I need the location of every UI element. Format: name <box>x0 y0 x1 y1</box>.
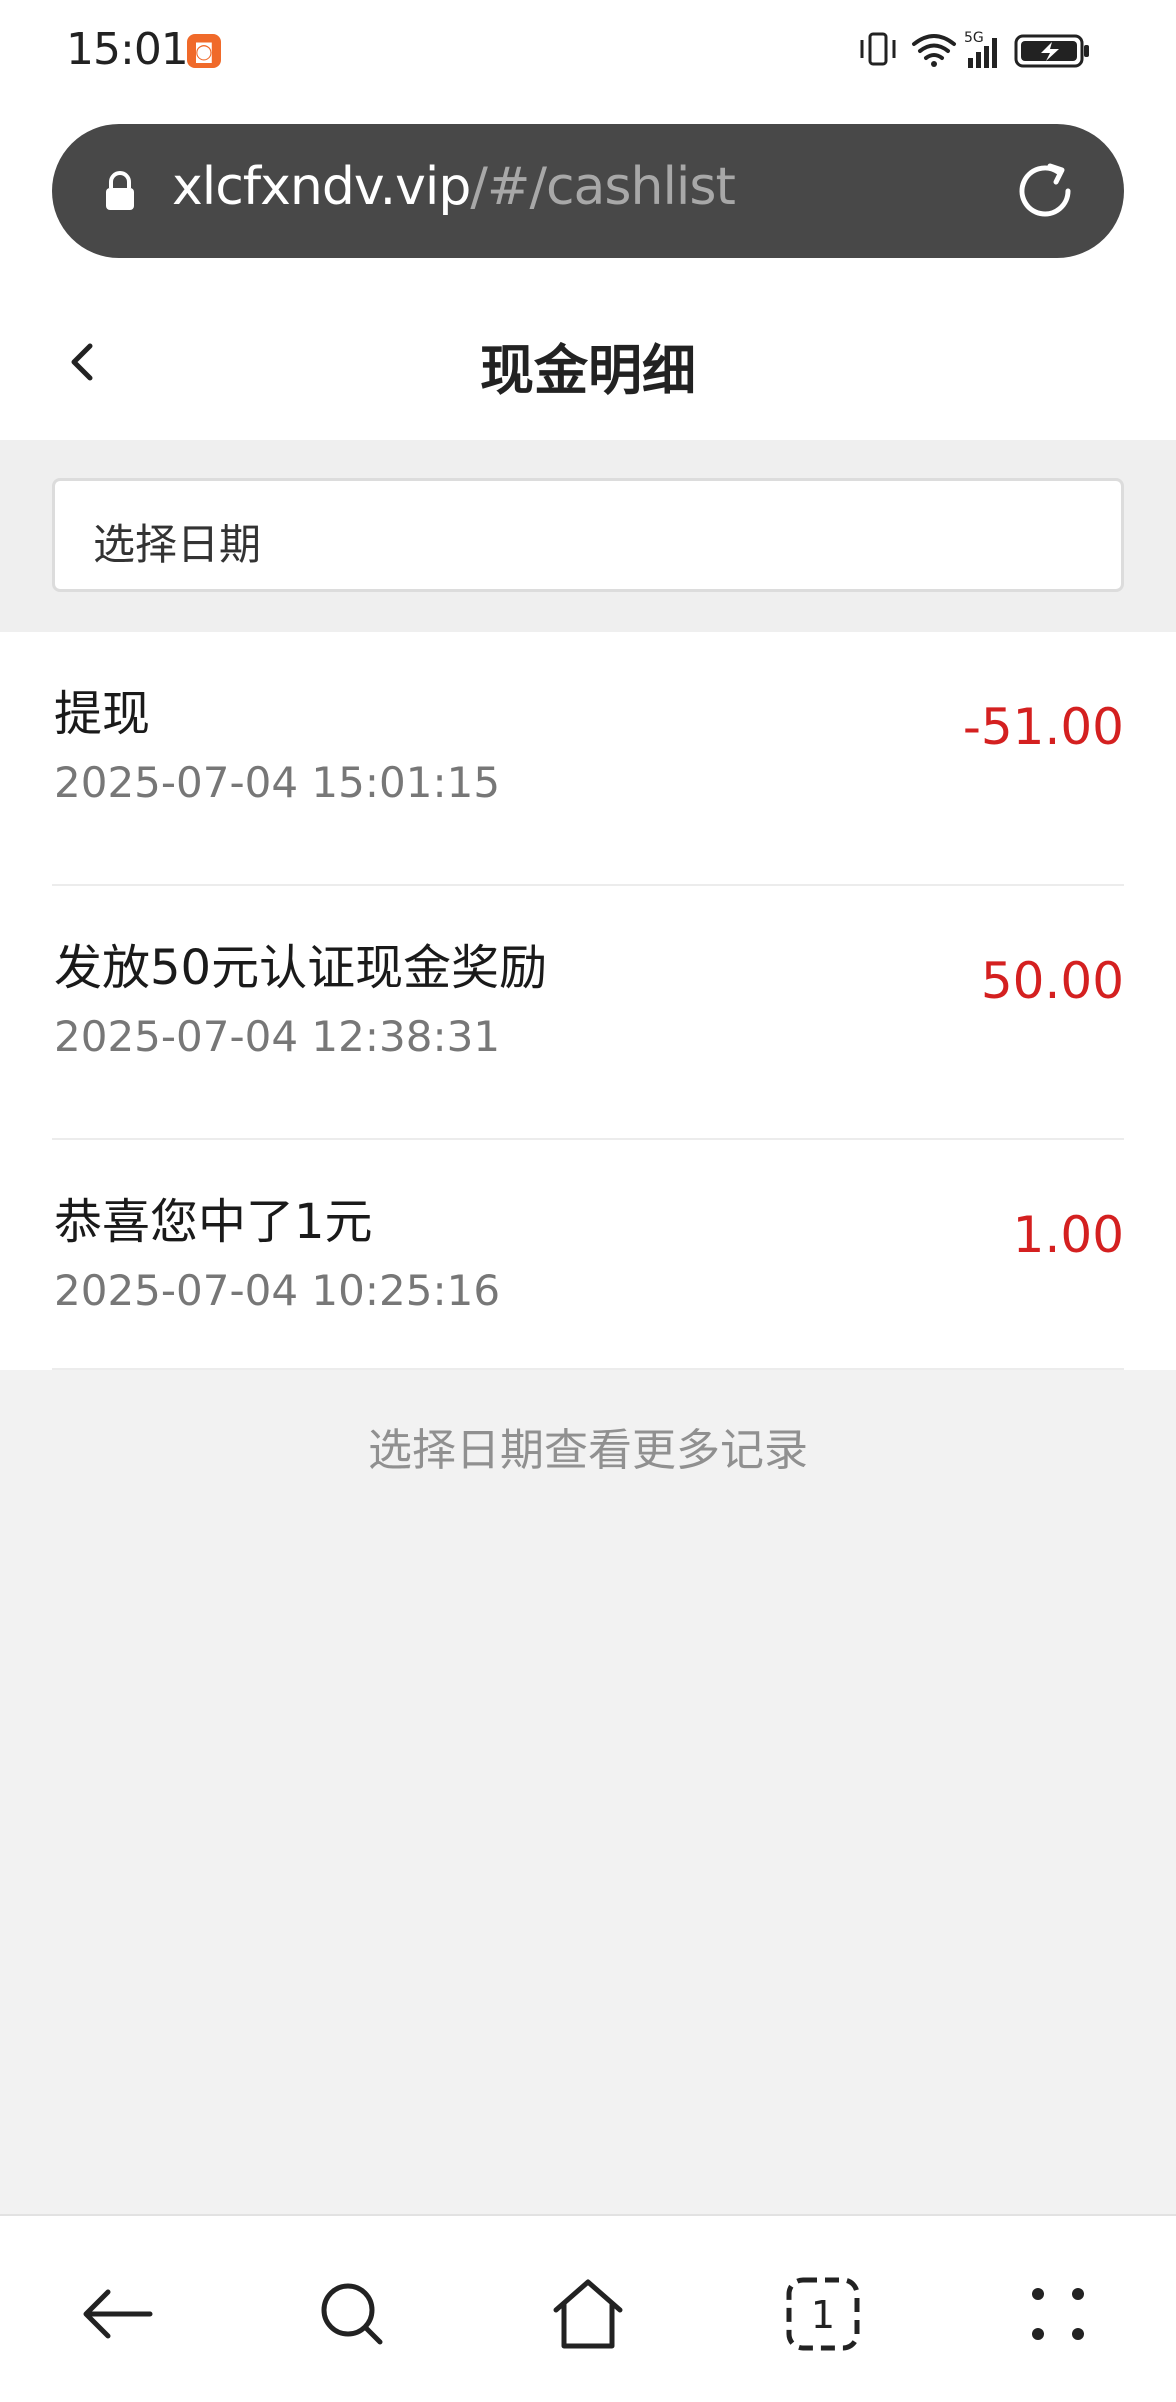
date-picker-input[interactable]: 选择日期 <box>52 478 1124 592</box>
back-arrow-icon[interactable] <box>78 2274 158 2354</box>
vibrate-icon <box>860 32 896 66</box>
record-time: 2025-07-04 10:25:16 <box>54 1266 501 1315</box>
address-bar[interactable]: xlcfxndv.vip/#/cashlist <box>52 124 1124 258</box>
url-text[interactable]: xlcfxndv.vip/#/cashlist <box>172 157 736 217</box>
record-title: 提现 <box>54 686 151 742</box>
signal-5g-icon: 5G <box>964 30 997 68</box>
more-icon[interactable] <box>1018 2274 1098 2354</box>
url-path: /#/cashlist <box>470 157 735 217</box>
tabs-count: 1 <box>811 2293 835 2337</box>
search-icon[interactable] <box>312 2274 392 2354</box>
status-time: 15:01 <box>66 24 189 75</box>
record-amount: 1.00 <box>1012 1206 1124 1264</box>
wifi-icon <box>912 34 956 67</box>
list-item[interactable]: 提现 2025-07-04 15:01:15 -51.00 <box>52 632 1124 886</box>
more-records-hint: 选择日期查看更多记录 <box>368 1425 808 1476</box>
date-picker-placeholder: 选择日期 <box>93 520 262 569</box>
record-time: 2025-07-04 15:01:15 <box>54 758 501 807</box>
url-domain: xlcfxndv.vip <box>172 157 471 217</box>
cash-record-list: 提现 2025-07-04 15:01:15 -51.00 发放50元认证现金奖… <box>0 632 1176 1370</box>
app-notification-icon: ◙ <box>187 34 221 68</box>
status-bar: 15:01 ◙ 5G <box>0 0 1176 100</box>
record-amount: 50.00 <box>980 952 1124 1010</box>
record-title: 发放50元认证现金奖励 <box>54 940 548 996</box>
lock-icon <box>102 170 138 218</box>
browser-toolbar: xlcfxndv.vip/#/cashlist <box>0 100 1176 280</box>
record-amount: -51.00 <box>962 698 1124 756</box>
svg-text:5G: 5G <box>964 30 984 46</box>
record-title: 恭喜您中了1元 <box>54 1194 373 1250</box>
bottom-nav: 1 <box>0 2214 1176 2402</box>
page-header: 现金明细 <box>0 280 1176 440</box>
filter-area: 选择日期 <box>0 440 1176 632</box>
home-icon[interactable] <box>548 2274 628 2354</box>
list-item[interactable]: 发放50元认证现金奖励 2025-07-04 12:38:31 50.00 <box>52 886 1124 1140</box>
list-item[interactable]: 恭喜您中了1元 2025-07-04 10:25:16 1.00 <box>52 1140 1124 1370</box>
page-title: 现金明细 <box>480 339 696 402</box>
status-icons: 5G <box>856 28 1106 72</box>
reload-icon[interactable] <box>1010 156 1080 230</box>
record-time: 2025-07-04 12:38:31 <box>54 1012 501 1061</box>
battery-charging-icon <box>1014 34 1089 68</box>
tabs-icon[interactable]: 1 <box>783 2274 863 2354</box>
